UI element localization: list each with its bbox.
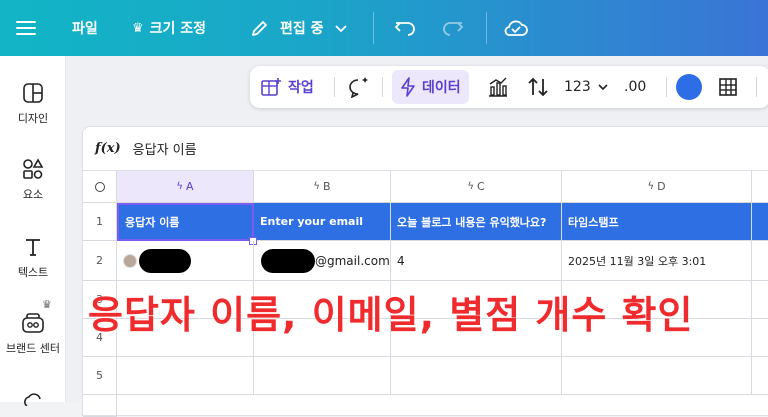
cell-a2[interactable] <box>117 241 254 281</box>
row-header-5[interactable]: 5 <box>83 357 117 395</box>
text-icon <box>26 239 40 256</box>
menu-button[interactable] <box>16 0 36 56</box>
resize-button[interactable]: ♛ 크기 조정 <box>132 0 206 56</box>
cell-d2[interactable]: 2025년 11월 3일 오후 3:01 <box>562 241 752 281</box>
cell-d1[interactable]: 타임스탬프 <box>562 203 752 241</box>
redo-button[interactable] <box>442 0 464 56</box>
select-all-corner[interactable] <box>83 171 117 203</box>
cell-b5[interactable] <box>254 357 391 395</box>
table-borders-button[interactable] <box>718 66 738 108</box>
cell-d5[interactable] <box>562 357 752 395</box>
lightning-icon <box>401 77 415 97</box>
sidebar-item-design[interactable]: 디자인 <box>0 82 66 126</box>
avatar <box>123 253 137 268</box>
divider <box>756 77 757 97</box>
hamburger-icon <box>16 21 36 35</box>
sidebar-item-brand-center[interactable]: ♛ 브랜드 센터 <box>0 298 66 356</box>
divider <box>334 77 335 97</box>
editing-mode-dropdown[interactable]: 편집 중 <box>250 0 348 56</box>
cell-e1[interactable] <box>752 203 768 241</box>
table-plus-icon <box>261 78 281 96</box>
cell-a5[interactable] <box>117 357 254 395</box>
divider <box>666 77 667 97</box>
divider <box>373 12 374 44</box>
context-toolbar: 작업 데이터 123 .00 <box>250 66 768 108</box>
fx-label: f(x) <box>95 141 121 156</box>
sort-button[interactable] <box>526 66 550 108</box>
chart-button[interactable] <box>486 66 510 108</box>
decimal-button[interactable]: .00 <box>624 66 646 108</box>
undo-button[interactable] <box>394 0 416 56</box>
sort-arrows-icon <box>528 77 548 97</box>
bar-chart-icon <box>489 77 507 97</box>
cell-b1[interactable]: Enter your email <box>254 203 391 241</box>
grid-icon <box>719 78 737 96</box>
elements-icon <box>23 158 44 179</box>
design-icon <box>23 83 43 103</box>
cell-e4[interactable] <box>752 319 768 357</box>
column-header-b[interactable]: ϟB <box>254 171 391 203</box>
column-header-c[interactable]: ϟC <box>391 171 562 203</box>
comment-ai-button[interactable] <box>346 66 370 108</box>
undo-icon <box>394 22 415 36</box>
color-swatch <box>676 74 702 100</box>
crown-icon: ♛ <box>132 20 144 36</box>
divider <box>486 12 487 44</box>
left-sidebar: 디자인 요소 텍스트 ♛ 브랜드 센터 <box>0 56 66 406</box>
spreadsheet: f(x) 응답자 이름 ϟA ϟB ϟC ϟD 1 응답자 이름 Enter y… <box>82 126 768 417</box>
top-bar: 파일 ♛ 크기 조정 편집 중 <box>0 0 768 56</box>
lightning-icon: ϟ <box>176 181 184 192</box>
cell-e2[interactable] <box>752 241 768 281</box>
redacted-email <box>261 248 315 273</box>
data-button[interactable]: 데이터 <box>392 70 469 104</box>
crown-icon: ♛ <box>42 298 52 311</box>
annotation-caption: 응답자 이름, 이메일, 별점 개수 확인 <box>88 293 694 337</box>
lightning-icon: ϟ <box>467 181 474 192</box>
cell-c2[interactable]: 4 <box>391 241 562 281</box>
formula-input[interactable]: 응답자 이름 <box>133 139 197 158</box>
chevron-down-icon <box>598 84 608 91</box>
cloud-save-status[interactable] <box>503 0 529 56</box>
action-button[interactable]: 작업 <box>260 66 314 108</box>
divider <box>382 77 383 97</box>
cell-e3[interactable] <box>752 281 768 319</box>
redo-icon <box>443 22 464 36</box>
brand-icon <box>22 313 44 333</box>
cloud-check-icon <box>504 20 528 36</box>
row-header-1[interactable]: 1 <box>83 203 117 241</box>
cell-c5[interactable] <box>391 357 562 395</box>
pencil-icon <box>252 21 267 36</box>
row-header-6[interactable] <box>83 395 117 417</box>
sidebar-item-uploads[interactable] <box>0 392 66 406</box>
cell-c1[interactable]: 오늘 블로그 내용은 유익했나요? <box>391 203 562 241</box>
cloud-upload-icon <box>24 393 41 406</box>
cell-b2[interactable]: @gmail.com <box>254 241 391 281</box>
circle-icon <box>94 181 105 192</box>
cell-e5[interactable] <box>752 357 768 395</box>
cell-a1[interactable]: 응답자 이름 <box>117 203 254 241</box>
row-header-2[interactable]: 2 <box>83 241 117 281</box>
redacted-name <box>139 248 191 273</box>
comment-sparkle-icon <box>349 77 368 98</box>
lightning-icon: ϟ <box>647 181 655 192</box>
column-header-e[interactable] <box>752 171 768 203</box>
number-format-dropdown[interactable]: 123 <box>564 66 609 108</box>
chevron-down-icon <box>334 25 347 33</box>
column-header-d[interactable]: ϟD <box>562 171 752 203</box>
sidebar-item-text[interactable]: 텍스트 <box>0 236 66 280</box>
color-button[interactable] <box>676 66 702 108</box>
file-menu[interactable]: 파일 <box>72 0 98 56</box>
lightning-icon: ϟ <box>313 181 321 192</box>
sidebar-item-elements[interactable]: 요소 <box>0 158 66 202</box>
column-header-a[interactable]: ϟA <box>117 171 254 203</box>
formula-bar: f(x) 응답자 이름 <box>83 127 768 171</box>
